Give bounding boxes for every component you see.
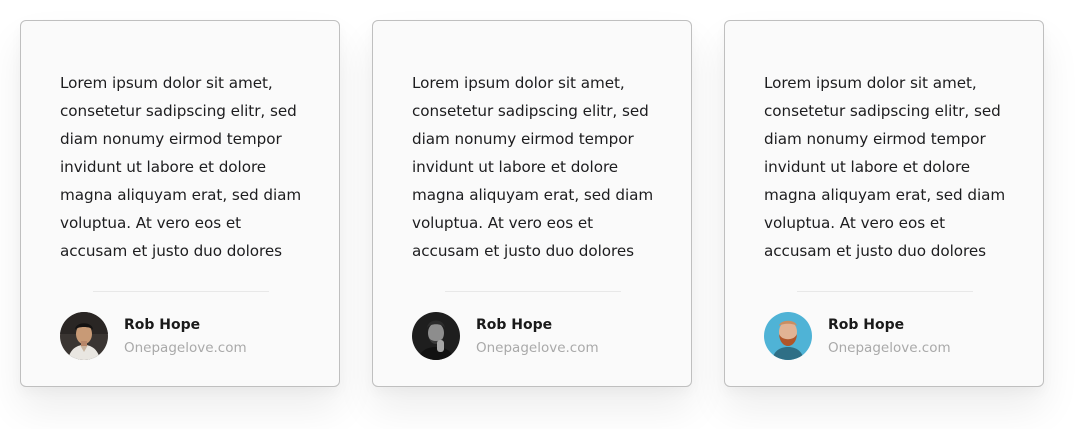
avatar — [60, 312, 108, 360]
avatar — [764, 312, 812, 360]
divider — [93, 291, 269, 292]
divider — [797, 291, 973, 292]
testimonial-card: Lorem ipsum dolor sit amet, consetetur s… — [20, 20, 340, 387]
author: Rob Hope Onepagelove.com — [764, 312, 951, 360]
author: Rob Hope Onepagelove.com — [60, 312, 247, 360]
author-website[interactable]: Onepagelove.com — [124, 339, 247, 357]
testimonial-quote: Lorem ipsum dolor sit amet, consetetur s… — [60, 74, 302, 260]
testimonials-section: Lorem ipsum dolor sit amet, consetetur s… — [0, 0, 1086, 429]
testimonial-quote: Lorem ipsum dolor sit amet, consetetur s… — [412, 74, 654, 260]
testimonial-card: Lorem ipsum dolor sit amet, consetetur s… — [372, 20, 692, 387]
author-website[interactable]: Onepagelove.com — [828, 339, 951, 357]
divider — [445, 291, 621, 292]
author-name: Rob Hope — [828, 316, 905, 333]
author-name: Rob Hope — [124, 316, 201, 333]
author-name: Rob Hope — [476, 316, 553, 333]
testimonial-card: Lorem ipsum dolor sit amet, consetetur s… — [724, 20, 1044, 387]
author: Rob Hope Onepagelove.com — [412, 312, 599, 360]
avatar — [412, 312, 460, 360]
author-website[interactable]: Onepagelove.com — [476, 339, 599, 357]
testimonial-quote: Lorem ipsum dolor sit amet, consetetur s… — [764, 74, 1006, 260]
